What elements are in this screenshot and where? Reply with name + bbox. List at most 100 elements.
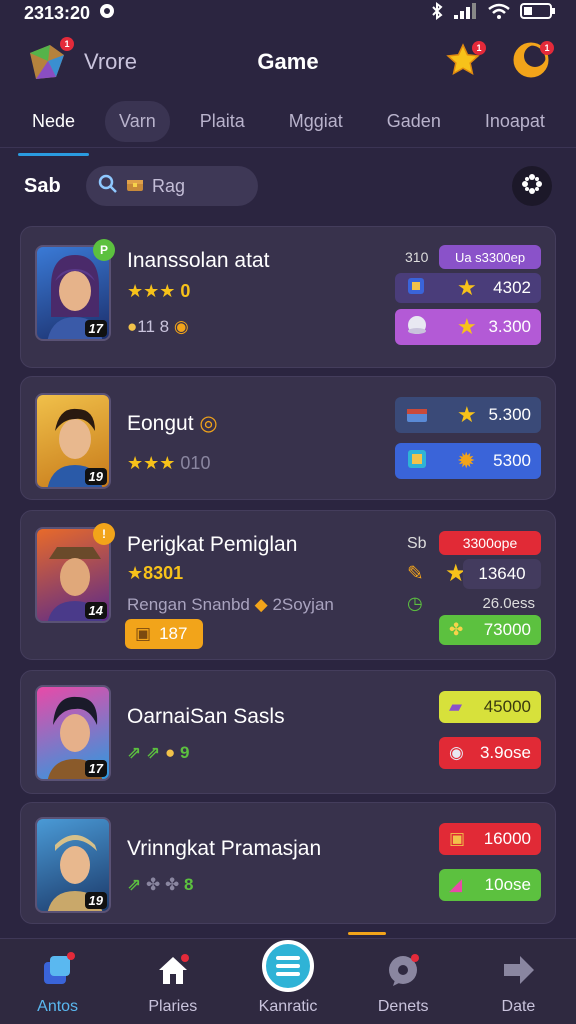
profile-button[interactable]: 1 [512,41,554,81]
price-tag-value: Ua s3300ep [454,249,526,265]
stat-row: Rengan Snanbd ◆ 2Soyjan [127,595,334,615]
gear-icon [520,172,544,201]
star-count: 010 [180,453,211,473]
chest-icon [405,401,429,430]
nav-label: Date [501,998,536,1015]
bottom-nav: Antos Plaries Kanratic Denets Date [0,938,576,1024]
nav-item-date[interactable]: Date [461,939,576,1024]
level-badge: 19 [84,468,107,485]
settings-button[interactable] [512,166,552,206]
star-rating: ★8301 [127,563,184,583]
arrow-icon: ⇗ [127,875,142,894]
star-count: 0 [180,281,191,301]
potion-icon: ◢ [449,875,463,894]
offer-button[interactable]: ★ 5.300 [395,397,541,433]
offer-button[interactable]: ★ 4302 [395,273,541,303]
wifi-icon [488,3,510,24]
medal-icon: ◎ [199,412,218,435]
list-item[interactable]: 19 Eongut ◎ ★★★ 010 ★ 5.300 ✹ 5300 [20,376,556,500]
offer-value: 3.300 [488,317,531,336]
chip-value: 187 [159,624,188,643]
price-tag[interactable]: Ua s3300ep [439,245,541,269]
nav-item-antos[interactable]: Antos [0,939,115,1024]
list-item[interactable]: 19 Vrinngkat Pramasjan ⇗ ✤ ✤ 8 ▣ 16000 ◢… [20,802,556,924]
tag-label: 310 [405,249,429,265]
app-logo-icon[interactable]: 1 [26,37,74,83]
star-icon: ★ [457,314,477,339]
offer-value: 5.300 [488,405,531,424]
offer-button[interactable]: ★ 3.300 [395,309,541,345]
scroll-indicator [348,932,386,935]
price-tag[interactable]: 3300ope [439,531,541,555]
offer-button[interactable]: ✤ 73000 [439,615,541,645]
nav-label: Plaries [148,998,198,1015]
list-item[interactable]: 17 OarnaiSan Sasls ⇗ ⇗ ● 9 ▰ 45000 ◉ 3.9… [20,670,556,794]
status-time: 2313:20 [24,2,91,23]
character-portrait: 19 [35,393,111,489]
offer-button[interactable]: ▰ 45000 [439,691,541,723]
app-header: 1 Vrore Game 1 1 [0,30,576,94]
level-badge: 17 [84,320,107,337]
cube-icon [405,447,429,476]
star-count: 8301 [143,563,184,583]
offer-value: 10ose [484,875,531,894]
offer-button[interactable]: 13640 [463,559,541,589]
level-up-chip[interactable]: ▣ 187 [125,619,203,649]
chest-icon [126,175,144,198]
tab-mggiat[interactable]: Mggiat [275,101,357,142]
cube-stack-icon [38,950,78,990]
bluetooth-icon [430,1,444,25]
tab-nede[interactable]: Nede [18,101,90,156]
offer-label: 26.0ess [482,595,535,612]
character-name-text: Eongut [127,412,194,435]
nav-label: Antos [37,998,79,1015]
coin-icon: ● [127,317,138,336]
battery-icon [520,2,556,25]
stat-row: ⇗ ⇗ ● 9 [127,743,189,763]
level-badge: 19 [84,892,107,909]
orb-icon: ◉ [449,743,464,762]
offer-value: 16000 [483,829,531,848]
character-name: Inanssolan atat [127,249,270,272]
offer-button[interactable]: ◢ 10ose [439,869,541,901]
level-badge: 17 [84,760,107,777]
offer-value: 73000 [483,620,531,639]
list-item[interactable]: 17 P Inanssolan atat ★★★ 0 ●11 8 ◉ 310 U… [20,226,556,368]
list-item[interactable]: 14 ! Perigkat Pemiglan ★8301 Rengan Snan… [20,510,556,660]
character-name: OarnaiSan Sasls [127,705,285,728]
offer-button[interactable]: ◉ 3.9ose [439,737,541,769]
notification-icon [98,2,116,25]
tab-inoapat[interactable]: Inoapat [471,101,559,142]
tab-gaden[interactable]: Gaden [373,101,455,142]
profile-badge: 1 [540,41,554,55]
arrow-icon: ⇗ ⇗ [127,743,161,762]
star-icon: ★ [457,402,477,427]
character-name: Vrinngkat Pramasjan [127,837,322,860]
search-input[interactable]: Rag [86,166,258,206]
tab-plaita[interactable]: Plaita [186,101,259,142]
chat-icon [383,950,423,990]
offer-button[interactable]: ▣ 16000 [439,823,541,855]
menu-icon [262,940,314,992]
favorites-button[interactable]: 1 [444,41,486,81]
offer-value: 4302 [493,278,531,297]
stat-extra: 2Soyjan [272,595,334,614]
signal-icon [454,2,478,24]
rank-badge: P [93,239,115,261]
app-name: Vrore [84,49,137,74]
book-icon: ▰ [449,697,463,716]
logo-badge: 1 [60,37,74,51]
stat-value: Rengan Snanbd [127,595,250,614]
medal-icon: ◆ [254,595,268,614]
star-icon: ★ [457,275,477,300]
clover-icon: ✤ ✤ [145,875,180,894]
tab-varn[interactable]: Varn [105,101,170,142]
offer-button[interactable]: ✹ 5300 [395,443,541,479]
stat-value: 9 [179,743,190,762]
coin-icon: ● [164,743,176,762]
nav-item-kanratic[interactable]: Kanratic [230,939,345,1024]
sort-label[interactable]: Sab [24,175,86,198]
nav-item-denets[interactable]: Denets [346,939,461,1024]
search-icon [98,174,118,199]
nav-item-plaries[interactable]: Plaries [115,939,230,1024]
